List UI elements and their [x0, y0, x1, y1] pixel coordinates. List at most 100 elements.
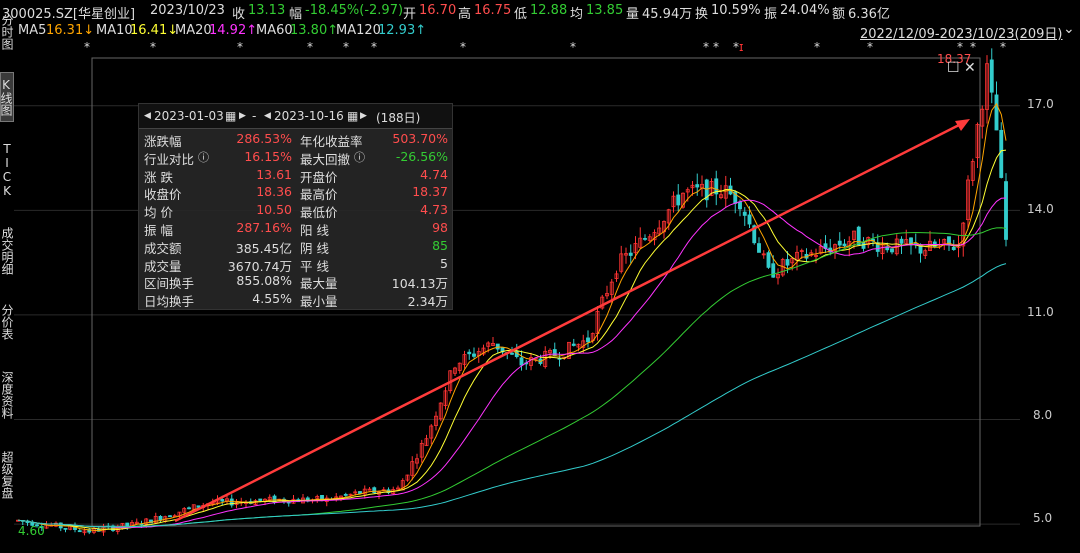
candle-body — [890, 248, 894, 253]
next-arrow-icon[interactable]: ▶ — [360, 111, 367, 121]
candle-body — [220, 499, 225, 502]
candle-body — [771, 263, 776, 278]
event-star-icon[interactable]: * — [1000, 40, 1006, 54]
event-star-icon[interactable]: * — [371, 40, 377, 54]
stats-value: 18.36 — [256, 184, 292, 200]
stats-label: 涨 跌 — [144, 169, 173, 185]
stats-label: 区间换手 — [144, 276, 195, 292]
stats-label: 阴 线 — [300, 240, 329, 256]
calendar-icon[interactable]: ▦ — [347, 109, 358, 123]
candle-body — [999, 129, 1004, 178]
ma10-label: MA10 — [96, 23, 133, 38]
event-star-icon[interactable]: * — [343, 40, 349, 54]
event-flag-icon[interactable]: ɪ — [739, 40, 743, 54]
candle-body — [358, 491, 362, 494]
maximize-icon[interactable]: ☐ — [947, 60, 960, 76]
stats-label: 开盘价 — [300, 169, 338, 185]
candle-body — [1004, 181, 1008, 240]
volume-label: 量 — [626, 7, 640, 22]
change-value: -18.45%(-2.97) — [305, 3, 404, 18]
event-star-icon[interactable]: * — [570, 40, 576, 54]
event-star-icon[interactable]: * — [150, 40, 156, 54]
stats-value: 16.15% — [244, 148, 292, 164]
stats-value: 385.45亿 — [235, 240, 292, 256]
help-icon[interactable]: ⓘ — [198, 149, 209, 165]
avg-value: 13.85 — [586, 3, 624, 18]
ma5-value: 16.31↓ — [46, 23, 95, 38]
turnover-label: 换 — [695, 7, 709, 22]
candle-body — [168, 515, 172, 518]
stats-value: 98 — [432, 220, 448, 235]
stats-row: 收盘价 18.36 最高价 18.37 — [139, 184, 452, 202]
amount-value: 6.36亿 — [848, 7, 890, 22]
prev-arrow-icon[interactable]: ◀ — [264, 111, 271, 121]
tab-kline[interactable]: K线图 — [0, 72, 14, 122]
help-icon[interactable]: ⓘ — [354, 149, 365, 165]
amount-label: 额 — [832, 7, 846, 22]
avg-label: 均 — [570, 7, 584, 22]
stats-row: 行业对比 16.15% 最大回撤 -26.56% ⓘ ⓘ — [139, 149, 452, 167]
candle-body — [994, 94, 999, 131]
event-star-icon[interactable]: * — [867, 40, 873, 54]
min-price-label: 4.60 — [18, 524, 45, 538]
chevron-down-icon[interactable]: ⌄ — [1063, 21, 1075, 37]
y-tick-label: 11.0 — [1027, 305, 1054, 319]
start-date[interactable]: 2023-01-03 — [154, 109, 224, 123]
change-label: 幅 — [289, 7, 303, 22]
candle-body — [738, 201, 742, 210]
event-star-icon[interactable]: * — [460, 40, 466, 54]
candle-body — [343, 493, 348, 496]
ma60-label: MA60 — [256, 23, 293, 38]
event-star-icon[interactable]: * — [814, 40, 820, 54]
candle-body — [158, 515, 163, 521]
tab-depth-info[interactable]: 深度资料 — [0, 360, 14, 430]
ma10-value: 16.41↓ — [130, 23, 179, 38]
stats-label: 振 幅 — [144, 223, 173, 238]
calendar-icon[interactable]: ▦ — [225, 109, 236, 123]
stats-label: 最小量 — [300, 294, 338, 310]
prev-arrow-icon[interactable]: ◀ — [144, 111, 151, 121]
candle-body — [742, 211, 747, 216]
ma60-value: 13.80↑ — [290, 23, 339, 38]
tab-intraday[interactable]: 分时图 — [0, 10, 14, 54]
candle-body — [747, 214, 752, 225]
tab-trade-detail[interactable]: 成交明细 — [0, 216, 14, 286]
tab-tick[interactable]: TICK — [0, 138, 14, 202]
turnover-value: 10.59% — [711, 3, 761, 18]
event-star-icon[interactable]: * — [237, 40, 243, 54]
candle-body — [472, 353, 476, 357]
open-value: 16.70 — [419, 3, 457, 18]
open-label: 开 — [403, 7, 417, 22]
tab-price-distribution[interactable]: 分价表 — [0, 296, 14, 348]
stats-label: 平 线 — [300, 258, 329, 274]
high-label: 高 — [458, 7, 472, 22]
stats-label: 均 价 — [144, 205, 173, 221]
event-star-icon[interactable]: * — [84, 40, 90, 54]
event-star-icon[interactable]: * — [713, 40, 719, 54]
stats-label: 涨跌幅 — [144, 134, 182, 149]
stats-value: 4.55% — [252, 291, 292, 307]
end-date[interactable]: 2023-10-16 — [274, 109, 344, 123]
event-star-icon[interactable]: * — [307, 40, 313, 54]
stats-value: 18.37 — [412, 184, 448, 200]
stats-value: 13.61 — [256, 166, 292, 182]
stats-label: 最高价 — [300, 187, 338, 203]
stats-value: 503.70% — [392, 131, 448, 146]
stats-row: 成交额 385.45亿阴 线 85 — [139, 238, 452, 256]
stats-value: 3670.74万 — [227, 258, 292, 274]
candle-body — [63, 527, 68, 530]
amplitude-label: 振 — [764, 7, 778, 22]
stats-row: 区间换手 855.08% 最大量 104.13万 — [139, 273, 452, 291]
stats-label: 最低价 — [300, 205, 338, 221]
candle-body — [757, 243, 761, 253]
tab-super-review[interactable]: 超级复盘 — [0, 440, 14, 510]
y-tick-label: 17.0 — [1027, 97, 1054, 111]
candle-body — [766, 252, 771, 268]
candle-body — [571, 343, 576, 346]
next-arrow-icon[interactable]: ▶ — [239, 111, 246, 121]
close-icon[interactable]: ✕ — [964, 60, 976, 76]
stats-row: 涨跌幅 286.53% 年化收益率 503.70% — [139, 131, 452, 149]
event-star-icon[interactable]: * — [703, 40, 709, 54]
stats-value: 4.74 — [420, 166, 448, 182]
stats-label: 阳 线 — [300, 223, 329, 238]
